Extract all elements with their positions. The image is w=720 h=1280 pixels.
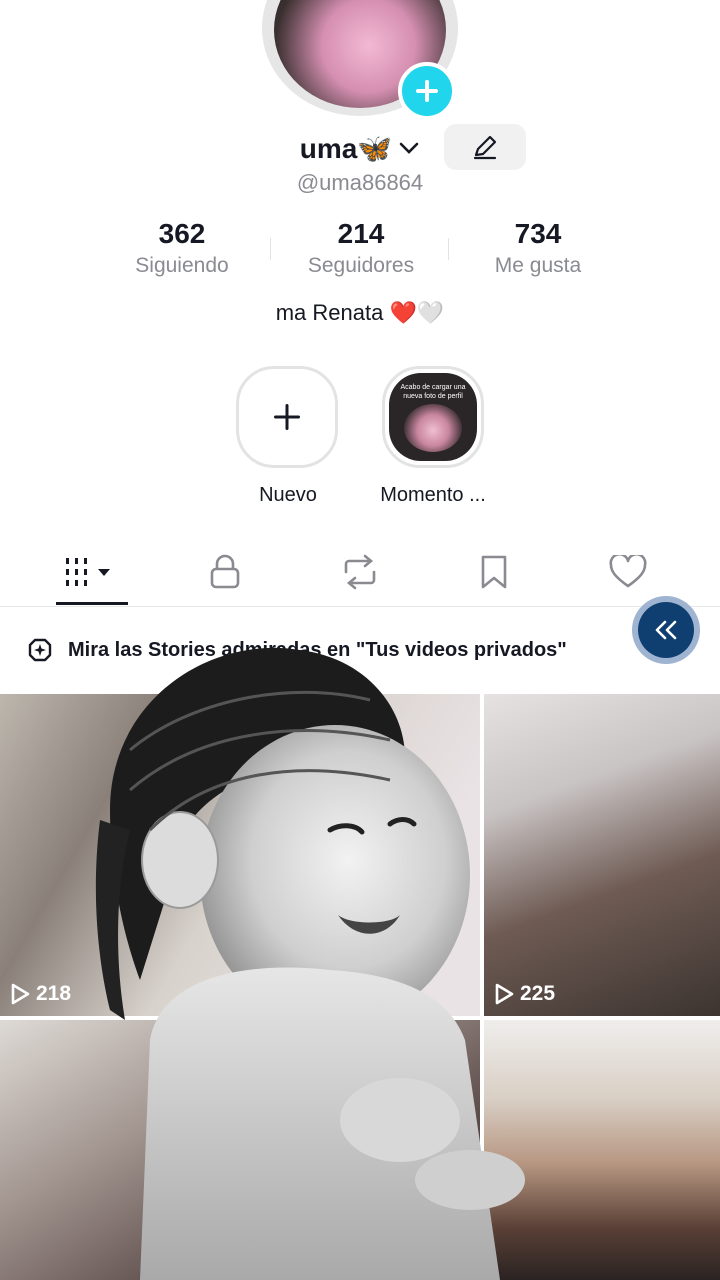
plus-icon [416,80,438,102]
double-chevron-left-icon [638,602,694,658]
moment-story-label: Momento ... [380,484,486,506]
moment-thumbnail: Acabo de cargar una nueva foto de perfil [389,373,477,461]
view-count: 218 [10,982,71,1006]
following-label: Siguiendo [135,254,229,277]
collapse-button[interactable] [632,596,700,664]
following-count: 362 [158,218,206,249]
tab-videos[interactable] [47,548,137,596]
chevron-double-left-icon [655,620,677,640]
stat-following[interactable]: 362 Siguiendo [92,218,272,278]
username: uma🦋 [299,132,393,164]
username-row[interactable]: uma🦋 [0,126,720,170]
edit-profile-button[interactable] [444,124,526,170]
play-icon [11,983,30,1005]
repost-icon [344,554,376,590]
likes-count: 734 [514,218,562,249]
moment-story[interactable]: Acabo de cargar una nueva foto de perfil [382,366,484,468]
tab-favorites[interactable] [449,548,539,596]
new-story-button[interactable] [236,366,338,468]
moment-caption: Acabo de cargar una nueva foto de perfil [400,383,466,400]
profile-bio: ma Renata ❤️🤍 [275,300,445,325]
profile-handle: @uma86864 [296,170,424,195]
heart-icon [609,555,647,588]
story-plus-icon [28,638,52,662]
stat-followers[interactable]: 214 Seguidores [271,218,451,278]
plus-icon [274,404,300,430]
tab-reposts[interactable] [315,548,405,596]
overlay-photo [95,647,525,1280]
active-tab-indicator [56,602,128,605]
followers-label: Seguidores [307,254,415,277]
bookmark-icon [481,555,507,589]
chevron-down-icon[interactable] [398,141,420,155]
stat-likes[interactable]: 734 Me gusta [448,218,628,278]
grid-icon [66,558,110,586]
lock-icon [210,554,240,589]
tab-private[interactable] [180,548,270,596]
tabs-divider [0,606,720,607]
tab-liked[interactable] [583,548,673,596]
view-count-value: 218 [36,982,72,1005]
pencil-icon [473,135,497,160]
followers-count: 214 [337,218,385,249]
add-avatar-button[interactable] [398,62,456,120]
likes-label: Me gusta [494,254,582,277]
moment-photo [404,403,462,452]
